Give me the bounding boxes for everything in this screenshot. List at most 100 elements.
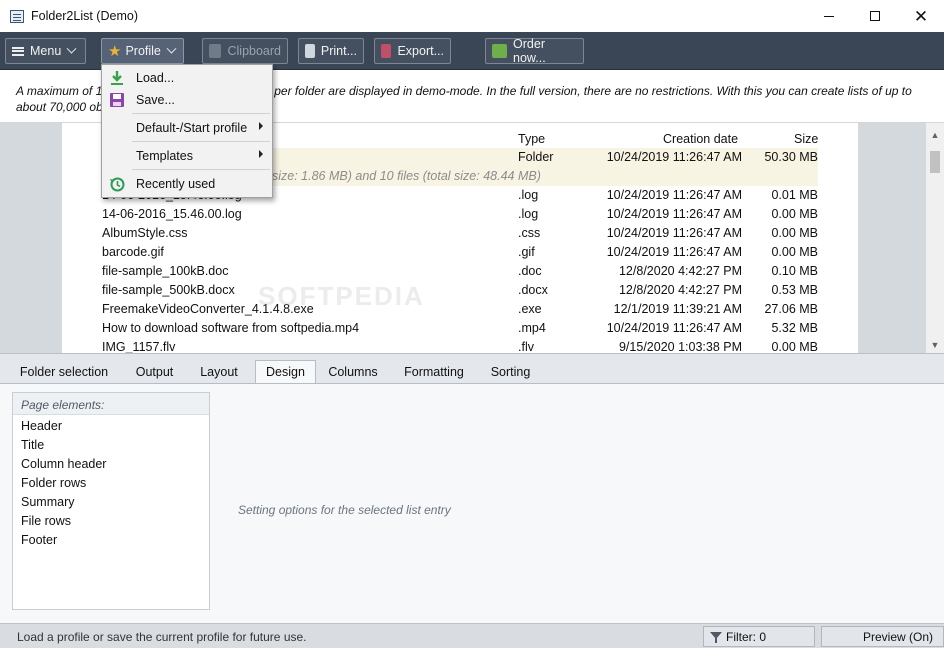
menu-button[interactable]: Menu [5, 38, 86, 64]
file-size: 0.53 MB [771, 283, 818, 297]
banner-text-right: es per folder are displayed in demo-mode… [258, 84, 912, 98]
file-row[interactable]: barcode.gif .gif 10/24/2019 11:26:47 AM 0.0… [102, 243, 818, 262]
list-item-file-rows[interactable]: File rows [21, 514, 71, 528]
status-bar: Load a profile or save the current profi… [0, 623, 944, 648]
file-date: 12/8/2020 4:42:27 PM [618, 264, 742, 278]
file-row[interactable]: AlbumStyle.css .css 10/24/2019 11:26:47 AM… [102, 224, 818, 243]
column-header-size: Size [794, 132, 819, 146]
star-icon: ★ [108, 43, 122, 60]
list-item-footer[interactable]: Footer [21, 533, 57, 547]
window-title: Folder2List (Demo) [31, 9, 138, 23]
tab-columns[interactable]: Columns [322, 361, 384, 384]
file-type: .log [518, 188, 539, 202]
preview-scrollbar[interactable]: ▲ ▼ [926, 123, 944, 353]
tab-design[interactable]: Design [255, 360, 316, 385]
file-row[interactable]: FreemakeVideoConverter_4.1.4.8.exe .exe 12… [102, 300, 818, 319]
list-item-summary[interactable]: Summary [21, 495, 74, 509]
order-now-button[interactable]: Order now... [485, 37, 584, 65]
file-date: 10/24/2019 11:26:47 AM [606, 207, 742, 221]
settings-tabs: Folder selection Output Layout Design Co… [0, 353, 944, 385]
file-name: IMG_1157.flv [102, 340, 176, 353]
hamburger-icon [12, 46, 24, 56]
profile-button[interactable]: ★ Profile [101, 38, 184, 64]
file-size: 0.01 MB [771, 188, 818, 202]
scroll-thumb[interactable] [930, 151, 940, 173]
scroll-down-icon[interactable]: ▼ [926, 337, 944, 353]
close-button[interactable]: ✕ [898, 0, 944, 32]
file-type: .mp4 [518, 321, 546, 335]
column-header-date: Creation date [663, 132, 739, 146]
tab-sorting[interactable]: Sorting [482, 361, 539, 384]
export-icon [381, 44, 392, 58]
status-message: Load a profile or save the current profi… [17, 630, 307, 644]
file-type: .flv [518, 340, 534, 353]
file-row[interactable]: file-sample_500kB.docx .docx 12/8/2020 4:4… [102, 281, 818, 300]
file-date: 10/24/2019 11:26:47 AM [606, 245, 742, 259]
menu-separator [132, 113, 270, 114]
menu-item-save[interactable]: Save... [103, 89, 271, 111]
menu-item-templates[interactable]: Templates [103, 145, 271, 167]
shopping-cart-icon [492, 44, 508, 58]
list-item-column-header[interactable]: Column header [21, 457, 106, 471]
file-row[interactable]: 14-06-2016_15.46.00.log .log 10/24/2019 11… [102, 205, 818, 224]
preview-toggle-button[interactable]: Preview (On) [821, 626, 944, 647]
menu-item-load[interactable]: Load... [103, 67, 271, 89]
tab-folder-selection[interactable]: Folder selection [12, 361, 116, 384]
settings-hint-text: Setting options for the selected list en… [238, 503, 451, 517]
menu-separator [132, 169, 270, 170]
chevron-down-icon [166, 43, 177, 54]
order-now-button-label: Order now... [513, 37, 546, 65]
file-type: .gif [518, 245, 535, 259]
floppy-disk-icon [110, 93, 124, 107]
folder-date: 10/24/2019 11:26:47 AM [606, 150, 742, 164]
list-item-folder-rows[interactable]: Folder rows [21, 476, 86, 490]
page-elements-header: Page elements: [13, 393, 209, 415]
list-item-header[interactable]: Header [21, 419, 62, 433]
file-size: 0.00 MB [771, 226, 818, 240]
file-size: 5.32 MB [771, 321, 818, 335]
filter-button[interactable]: Filter: 0 [703, 626, 815, 647]
close-icon: ✕ [913, 6, 929, 26]
file-size: 0.10 MB [771, 264, 818, 278]
file-name: file-sample_100kB.doc [102, 264, 229, 278]
tab-output[interactable]: Output [124, 361, 185, 384]
summary-text: size: 1.86 MB) and 10 files (total size:… [272, 169, 541, 183]
menu-item-default-start-profile[interactable]: Default-/Start profile [103, 117, 271, 139]
preview-label: Preview (On) [863, 630, 934, 644]
file-date: 9/15/2020 1:03:38 PM [618, 340, 742, 353]
folder-type: Folder [518, 150, 554, 164]
clipboard-button-label: Clipboard [227, 44, 281, 58]
app-icon [10, 9, 24, 23]
print-button[interactable]: Print... [298, 38, 364, 64]
list-item-title[interactable]: Title [21, 438, 44, 452]
tab-layout[interactable]: Layout [192, 361, 246, 384]
file-name: 14-06-2016_15.46.00.log [102, 207, 242, 221]
tab-formatting[interactable]: Formatting [395, 361, 473, 384]
maximize-button[interactable] [852, 0, 898, 32]
file-name: barcode.gif [102, 245, 164, 259]
file-row[interactable]: file-sample_100kB.doc .doc 12/8/2020 4:42:… [102, 262, 818, 281]
banner-text-line2: about 70,000 obj [16, 100, 106, 114]
file-date: 12/8/2020 4:42:27 PM [618, 283, 742, 297]
softpedia-watermark: SOFTPEDIA [258, 281, 425, 311]
file-row[interactable]: How to download software from softpedia.… [102, 319, 818, 338]
file-date: 10/24/2019 11:26:47 AM [606, 226, 742, 240]
folder-size: 50.30 MB [764, 150, 818, 164]
file-size: 27.06 MB [764, 302, 818, 316]
export-button[interactable]: Export... [374, 38, 451, 64]
file-name: file-sample_500kB.docx [102, 283, 235, 297]
menu-item-recently-used[interactable]: Recently used [103, 173, 271, 195]
minimize-button[interactable] [806, 0, 852, 32]
file-type: .log [518, 207, 539, 221]
file-date: 10/24/2019 11:26:47 AM [606, 321, 742, 335]
submenu-arrow-icon [259, 150, 263, 158]
file-row[interactable]: IMG_1157.flv .flv 9/15/2020 1:03:38 PM 0.00… [102, 338, 818, 353]
profile-dropdown-menu: Load... Save... Default-/Start profile T… [101, 64, 273, 198]
minimize-icon [824, 15, 834, 17]
file-name: How to download software from softpedia.… [102, 321, 360, 335]
scroll-up-icon[interactable]: ▲ [926, 127, 944, 143]
chevron-down-icon [66, 43, 77, 54]
file-date: 12/1/2019 11:39:21 AM [613, 302, 742, 316]
clipboard-button[interactable]: Clipboard [202, 38, 288, 64]
clipboard-icon [209, 44, 222, 58]
